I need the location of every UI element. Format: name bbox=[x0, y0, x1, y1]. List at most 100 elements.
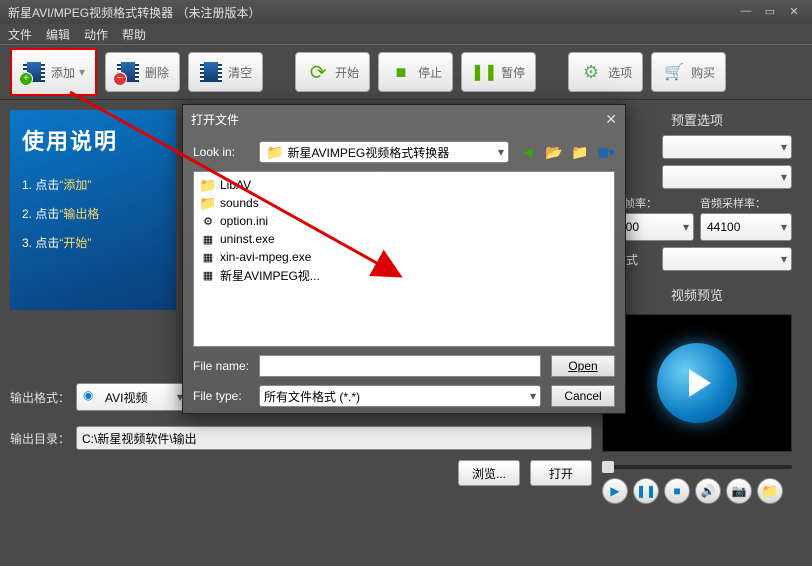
filetype-label: File type: bbox=[193, 389, 259, 403]
instructions-banner: 使用说明 1. 点击“添加” 2. 点击“输出格 3. 点击“开始” bbox=[10, 110, 176, 310]
menubar: 文件 编辑 动作 帮助 bbox=[0, 24, 812, 44]
filetype-combo[interactable]: 所有文件格式 (*.*) ▾ bbox=[259, 385, 541, 407]
banner-heading: 使用说明 bbox=[22, 122, 164, 162]
buy-button[interactable]: 🛒 购买 bbox=[651, 52, 726, 92]
menu-edit[interactable]: 编辑 bbox=[46, 26, 70, 43]
add-button[interactable]: + 添加 ▾ bbox=[10, 48, 97, 96]
file-name: uninst.exe bbox=[220, 232, 275, 246]
output-format-value: AVI视频 bbox=[105, 389, 147, 406]
output-format-label: 输出格式： bbox=[10, 389, 76, 406]
delete-icon: − bbox=[116, 60, 140, 84]
menu-help[interactable]: 帮助 bbox=[122, 26, 146, 43]
dialog-open-button[interactable]: Open bbox=[551, 355, 615, 377]
filename-label: File name: bbox=[193, 359, 259, 373]
window-title: 新星AVI/MPEG视频格式转换器 （未注册版本） bbox=[8, 4, 732, 21]
preset-title: 预置选项 bbox=[602, 110, 792, 129]
mode-combo[interactable]: ▾ bbox=[662, 247, 792, 271]
close-icon[interactable]: ✕ bbox=[784, 5, 804, 19]
chevron-down-icon: ▾ bbox=[530, 389, 536, 403]
asr-combo[interactable]: 44100▾ bbox=[700, 213, 792, 241]
open-dir-button[interactable]: 打开 bbox=[530, 460, 592, 486]
pause-button[interactable]: ❚❚ 暂停 bbox=[461, 52, 536, 92]
file-item[interactable]: 📁 sounds bbox=[198, 194, 610, 212]
file-name: option.ini bbox=[220, 214, 268, 228]
file-type-icon: ⚙ bbox=[200, 213, 216, 229]
file-item[interactable]: ▦ uninst.exe bbox=[198, 230, 610, 248]
file-type-icon: ▦ bbox=[200, 249, 216, 265]
start-icon: ⟳ bbox=[306, 60, 330, 84]
chevron-down-icon: ▾ bbox=[79, 65, 85, 79]
file-type-icon: 📁 bbox=[200, 195, 216, 211]
asr-label: 音频采样率： bbox=[700, 195, 792, 211]
clear-icon bbox=[199, 60, 223, 84]
resolution-combo[interactable]: ▾ bbox=[662, 165, 792, 189]
options-button[interactable]: ⚙ 选项 bbox=[568, 52, 643, 92]
options-label: 选项 bbox=[608, 64, 632, 81]
add-icon: + bbox=[22, 60, 46, 84]
pause-icon: ❚❚ bbox=[472, 60, 496, 84]
up-icon[interactable]: 📂 bbox=[545, 143, 563, 161]
video-preview bbox=[602, 314, 792, 452]
play-disc-icon bbox=[657, 343, 737, 423]
maximize-icon[interactable]: ▭ bbox=[760, 5, 780, 19]
file-item[interactable]: ⚙ option.ini bbox=[198, 212, 610, 230]
file-name: LibAV bbox=[220, 178, 251, 192]
file-item[interactable]: ▦ xin-avi-mpeg.exe bbox=[198, 248, 610, 266]
clear-label: 清空 bbox=[228, 64, 252, 81]
clear-button[interactable]: 清空 bbox=[188, 52, 263, 92]
start-label: 开始 bbox=[335, 64, 359, 81]
lookin-combo[interactable]: 📁 新星AVIMPEG视频格式转换器 ▾ bbox=[259, 141, 509, 163]
pause-media-button[interactable]: ❚❚ bbox=[633, 478, 659, 504]
file-type-icon: ▦ bbox=[200, 267, 216, 283]
add-label: 添加 bbox=[51, 64, 75, 81]
stop-media-button[interactable]: ■ bbox=[664, 478, 690, 504]
file-name: 新星AVIMPEG视... bbox=[220, 267, 320, 284]
dialog-cancel-button[interactable]: Cancel bbox=[551, 385, 615, 407]
output-format-combo[interactable]: ◉ AVI视频 ▾ bbox=[76, 383, 188, 411]
output-dir-label: 输出目录： bbox=[10, 430, 76, 447]
menu-action[interactable]: 动作 bbox=[84, 26, 108, 43]
chevron-down-icon: ▾ bbox=[781, 252, 787, 266]
lookin-label: Look in: bbox=[193, 145, 259, 159]
rate-combo[interactable]: ▾ bbox=[662, 135, 792, 159]
dialog-title: 打开文件 bbox=[191, 111, 239, 128]
file-list[interactable]: 📁 LibAV 📁 sounds ⚙ option.ini ▦ uninst.exe ▦ xin-… bbox=[193, 171, 615, 347]
volume-button[interactable]: 🔊 bbox=[695, 478, 721, 504]
cart-icon: 🛒 bbox=[662, 60, 686, 84]
new-folder-icon[interactable]: 📁 bbox=[571, 143, 589, 161]
minimize-icon[interactable]: — bbox=[736, 5, 756, 19]
pause-label: 暂停 bbox=[501, 64, 525, 81]
file-name: sounds bbox=[220, 196, 259, 210]
filename-input[interactable] bbox=[259, 355, 541, 377]
toolbar: + 添加 ▾ − 删除 清空 ⟳ 开始 ■ 停止 ❚❚ 暂停 ⚙ 选项 🛒 购买 bbox=[0, 44, 812, 100]
delete-label: 删除 bbox=[145, 64, 169, 81]
file-item[interactable]: 📁 LibAV bbox=[198, 176, 610, 194]
stop-icon: ■ bbox=[389, 60, 413, 84]
dialog-close-icon[interactable]: ✕ bbox=[605, 111, 617, 128]
file-item[interactable]: ▦新星AVIMPEG视... bbox=[198, 266, 610, 284]
back-icon[interactable]: ◀ bbox=[519, 143, 537, 161]
play-button[interactable]: ▶ bbox=[602, 478, 628, 504]
file-type-icon: 📁 bbox=[200, 177, 216, 193]
snapshot-button[interactable]: 📷 bbox=[726, 478, 752, 504]
browse-button[interactable]: 浏览... bbox=[458, 460, 520, 486]
lookin-value: 新星AVIMPEG视频格式转换器 bbox=[287, 144, 449, 161]
titlebar: 新星AVI/MPEG视频格式转换器 （未注册版本） — ▭ ✕ bbox=[0, 0, 812, 24]
open-folder-button[interactable]: 📁 bbox=[757, 478, 783, 504]
seek-slider[interactable] bbox=[602, 462, 792, 472]
file-name: xin-avi-mpeg.exe bbox=[220, 250, 311, 264]
chevron-down-icon: ▾ bbox=[781, 140, 787, 154]
play-circle-icon: ◉ bbox=[83, 388, 101, 406]
file-type-icon: ▦ bbox=[200, 231, 216, 247]
gear-icon: ⚙ bbox=[579, 60, 603, 84]
buy-label: 购买 bbox=[691, 64, 715, 81]
menu-file[interactable]: 文件 bbox=[8, 26, 32, 43]
output-dir-input[interactable] bbox=[76, 426, 592, 450]
open-file-dialog: 打开文件 ✕ Look in: 📁 新星AVIMPEG视频格式转换器 ▾ ◀ 📂… bbox=[182, 104, 626, 414]
preview-title: 视频预览 bbox=[602, 285, 792, 304]
stop-button[interactable]: ■ 停止 bbox=[378, 52, 453, 92]
chevron-down-icon: ▾ bbox=[498, 145, 504, 159]
delete-button[interactable]: − 删除 bbox=[105, 52, 180, 92]
view-icon[interactable]: ▦▾ bbox=[597, 143, 615, 161]
start-button[interactable]: ⟳ 开始 bbox=[295, 52, 370, 92]
